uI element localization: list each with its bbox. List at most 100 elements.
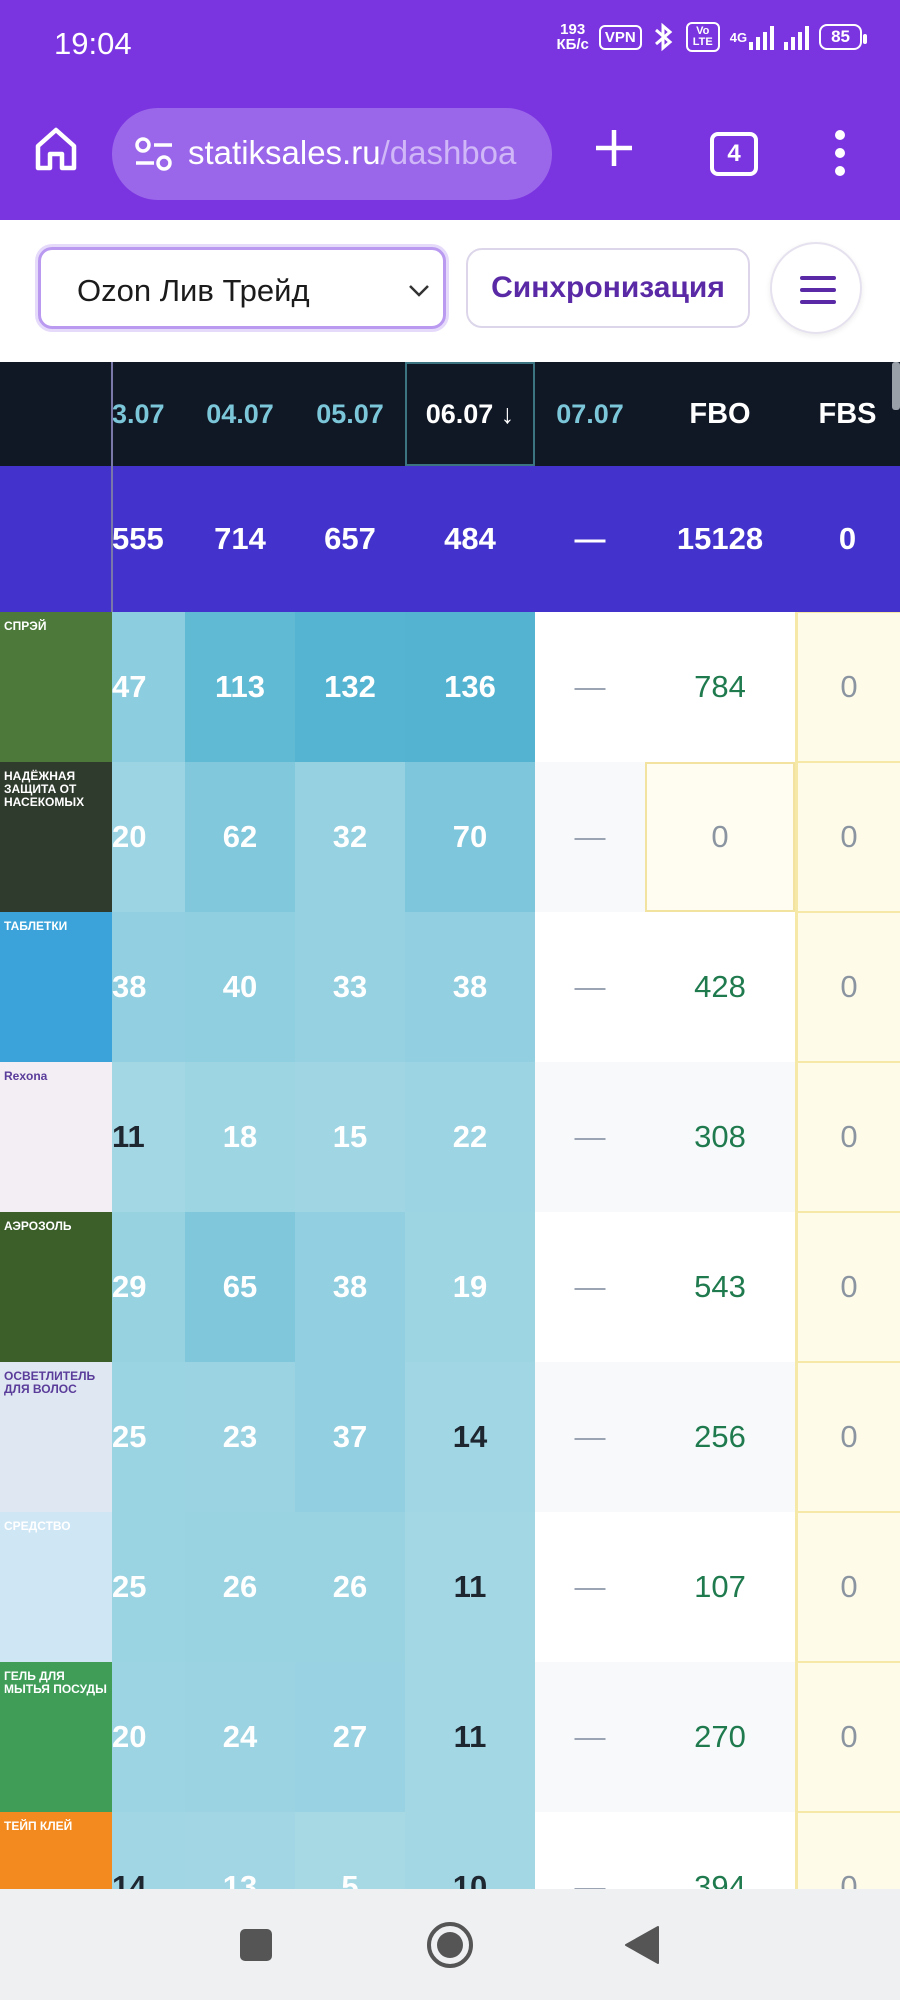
cell-col-0707[interactable]: — <box>535 912 645 1062</box>
cell-col-0407[interactable]: 13 <box>185 1812 295 1889</box>
cell-col-0607[interactable]: 38 <box>405 912 535 1062</box>
product-thumbnail[interactable]: СРЕДСТВО <box>0 1512 112 1662</box>
product-thumbnail[interactable]: ОСВЕТЛИТЕЛЬ ДЛЯ ВОЛОС <box>0 1362 112 1512</box>
more-options-icon[interactable] <box>830 128 850 178</box>
cell-col-0307[interactable]: 47 <box>112 612 185 762</box>
table-row[interactable]: АЭРОЗОЛЬ 29 65 38 19—543 0 <box>0 1212 900 1362</box>
cell-col-0307[interactable]: 20 <box>112 762 185 912</box>
address-bar[interactable]: statiksales.ru/dashboa <box>112 108 552 200</box>
cell-col-0707[interactable]: — <box>535 762 645 912</box>
cell-col-0507[interactable]: 38 <box>295 1212 405 1362</box>
back-icon[interactable] <box>624 1925 660 1965</box>
header-col-0607[interactable]: 06.07 ↓ <box>405 362 535 466</box>
cell-col-0307[interactable]: 14 <box>112 1812 185 1889</box>
cell-col-0707[interactable]: — <box>535 1212 645 1362</box>
cell-col-0507[interactable]: 132 <box>295 612 405 762</box>
cell-col-fbo[interactable]: 394 <box>645 1812 795 1889</box>
cell-col-fbs[interactable]: 0 <box>795 612 900 762</box>
cell-col-0407[interactable]: 26 <box>185 1512 295 1662</box>
product-thumbnail[interactable]: ТАБЛЕТКИ <box>0 912 112 1062</box>
cell-col-0507[interactable]: 27 <box>295 1662 405 1812</box>
store-select[interactable]: Ozon Лив Трейд <box>38 247 446 329</box>
product-thumbnail[interactable]: Rexona <box>0 1062 112 1212</box>
cell-col-0307[interactable]: 29 <box>112 1212 185 1362</box>
cell-col-0707[interactable]: — <box>535 1512 645 1662</box>
header-col-0507[interactable]: 05.07 <box>295 362 405 466</box>
product-thumbnail[interactable]: СПРЭЙ <box>0 612 112 762</box>
product-thumbnail[interactable]: АЭРОЗОЛЬ <box>0 1212 112 1362</box>
cell-col-0507[interactable]: 5 <box>295 1812 405 1889</box>
cell-col-0507[interactable]: 15 <box>295 1062 405 1212</box>
product-thumbnail[interactable]: ГЕЛЬ ДЛЯ МЫТЬЯ ПОСУДЫ <box>0 1662 112 1812</box>
cell-col-fbs[interactable]: 0 <box>795 1812 900 1889</box>
cell-col-0507[interactable]: 26 <box>295 1512 405 1662</box>
cell-col-fbs[interactable]: 0 <box>795 762 900 912</box>
cell-col-0607[interactable]: 22 <box>405 1062 535 1212</box>
cell-col-fbs[interactable]: 0 <box>795 912 900 1062</box>
cell-col-0707[interactable]: — <box>535 1662 645 1812</box>
cell-col-fbs[interactable]: 0 <box>795 1062 900 1212</box>
sync-button[interactable]: Синхронизация <box>466 248 750 328</box>
cell-col-0407[interactable]: 113 <box>185 612 295 762</box>
cell-col-0307[interactable]: 25 <box>112 1362 185 1512</box>
cell-col-0307[interactable]: 38 <box>112 912 185 1062</box>
site-settings-icon[interactable] <box>134 136 174 172</box>
cell-col-0607[interactable]: 136 <box>405 612 535 762</box>
cell-col-fbs[interactable]: 0 <box>795 1662 900 1812</box>
cell-col-fbo[interactable]: 107 <box>645 1512 795 1662</box>
cell-col-fbs[interactable]: 0 <box>795 1512 900 1662</box>
recent-apps-icon[interactable] <box>238 1927 274 1963</box>
cell-col-0707[interactable]: — <box>535 1362 645 1512</box>
header-col-fbs[interactable]: FBS <box>795 362 900 466</box>
header-col-0307[interactable]: 3.07 <box>112 362 185 466</box>
table-row[interactable]: СПРЭЙ 47 113 132 136—784 0 <box>0 612 900 762</box>
cell-col-0407[interactable]: 24 <box>185 1662 295 1812</box>
cell-col-0407[interactable]: 40 <box>185 912 295 1062</box>
tab-switcher-button[interactable]: 4 <box>710 132 758 176</box>
cell-col-0707[interactable]: — <box>535 612 645 762</box>
table-row[interactable]: ТЕЙП КЛЕЙ 14 13 5 10—394 0 <box>0 1812 900 1889</box>
cell-col-fbo[interactable]: 784 <box>645 612 795 762</box>
cell-col-0307[interactable]: 25 <box>112 1512 185 1662</box>
cell-col-0607[interactable]: 19 <box>405 1212 535 1362</box>
cell-col-0707[interactable]: — <box>535 1812 645 1889</box>
header-col-fbo[interactable]: FBO <box>645 362 795 466</box>
cell-col-0607[interactable]: 70 <box>405 762 535 912</box>
home-icon[interactable] <box>30 122 82 174</box>
table-row[interactable]: ГЕЛЬ ДЛЯ МЫТЬЯ ПОСУДЫ 20 24 27 11—270 0 <box>0 1662 900 1812</box>
cell-col-0407[interactable]: 65 <box>185 1212 295 1362</box>
product-thumbnail[interactable]: НАДЁЖНАЯ ЗАЩИТА ОТ НАСЕКОМЫХ <box>0 762 112 912</box>
cell-col-0407[interactable]: 62 <box>185 762 295 912</box>
table-row[interactable]: ТАБЛЕТКИ 38 40 33 38—428 0 <box>0 912 900 1062</box>
cell-col-0507[interactable]: 32 <box>295 762 405 912</box>
cell-col-0607[interactable]: 14 <box>405 1362 535 1512</box>
cell-col-fbo[interactable]: 428 <box>645 912 795 1062</box>
cell-col-0607[interactable]: 11 <box>405 1512 535 1662</box>
cell-col-0307[interactable]: 20 <box>112 1662 185 1812</box>
cell-col-0407[interactable]: 23 <box>185 1362 295 1512</box>
cell-col-0407[interactable]: 18 <box>185 1062 295 1212</box>
cell-col-0607[interactable]: 10 <box>405 1812 535 1889</box>
cell-col-0307[interactable]: 11 <box>112 1062 185 1212</box>
cell-col-0507[interactable]: 33 <box>295 912 405 1062</box>
table-row[interactable]: НАДЁЖНАЯ ЗАЩИТА ОТ НАСЕКОМЫХ 20 62 32 70—0 0 <box>0 762 900 912</box>
header-col-0407[interactable]: 04.07 <box>185 362 295 466</box>
menu-button[interactable] <box>770 242 862 334</box>
product-thumbnail[interactable]: ТЕЙП КЛЕЙ <box>0 1812 112 1889</box>
header-col-0707[interactable]: 07.07 <box>535 362 645 466</box>
cell-col-0607[interactable]: 11 <box>405 1662 535 1812</box>
cell-col-0507[interactable]: 37 <box>295 1362 405 1512</box>
sales-table[interactable]: 3.07 04.07 05.07 06.07 ↓ 07.07 FBO FBS 555 714 6… <box>0 362 900 1889</box>
cell-col-0707[interactable]: — <box>535 1062 645 1212</box>
cell-col-fbo[interactable]: 270 <box>645 1662 795 1812</box>
cell-col-fbs[interactable]: 0 <box>795 1362 900 1512</box>
cell-col-fbo[interactable]: 308 <box>645 1062 795 1212</box>
scrollbar[interactable] <box>892 362 900 410</box>
table-row[interactable]: Rexona 11 18 15 22—308 0 <box>0 1062 900 1212</box>
table-row[interactable]: ОСВЕТЛИТЕЛЬ ДЛЯ ВОЛОС 25 23 37 14—256 0 <box>0 1362 900 1512</box>
cell-col-fbo[interactable]: 0 <box>645 762 795 912</box>
cell-col-fbo[interactable]: 256 <box>645 1362 795 1512</box>
table-row[interactable]: СРЕДСТВО 25 26 26 11—107 0 <box>0 1512 900 1662</box>
cell-col-fbo[interactable]: 543 <box>645 1212 795 1362</box>
home-nav-icon[interactable] <box>425 1920 475 1970</box>
